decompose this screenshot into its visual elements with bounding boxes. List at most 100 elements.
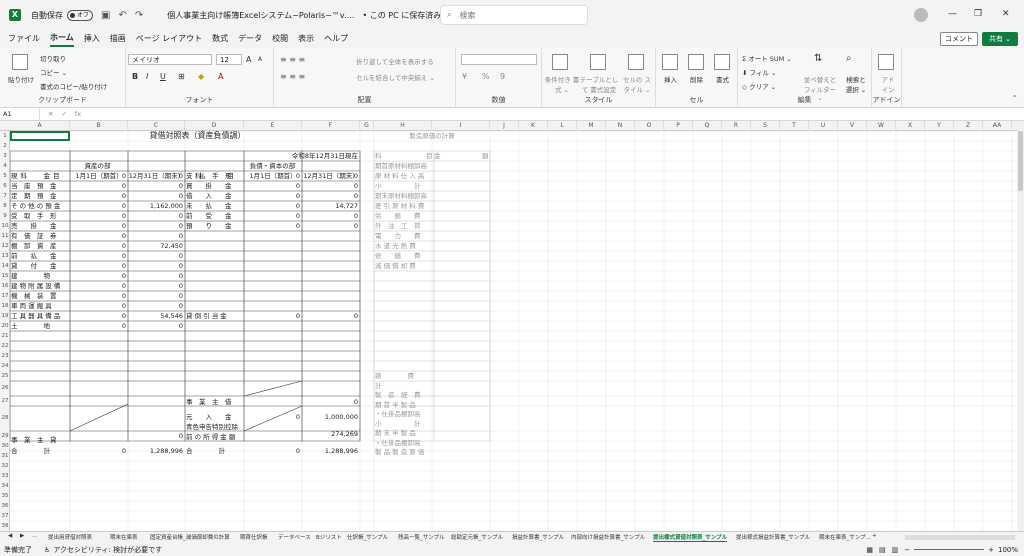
sheet-tab[interactable]: 提出用貸借対照表 — [48, 533, 92, 541]
autosum-button[interactable]: Σ オート SUM ⌄ — [742, 53, 792, 63]
column-header[interactable]: Z — [954, 121, 983, 131]
comment-button[interactable]: コメント — [940, 32, 978, 46]
copy-button[interactable]: コピー ⌄ — [40, 67, 67, 77]
row-header[interactable]: 1 — [0, 131, 10, 141]
function-button[interactable]: fx — [75, 110, 81, 118]
row-header[interactable]: 21 — [0, 331, 10, 341]
cell-styles-button[interactable]: セルの スタイル ⌄ — [620, 74, 654, 94]
row-header[interactable]: 6 — [0, 181, 10, 191]
next-sheet-icon[interactable]: ▶ — [20, 533, 24, 539]
fill-color-icon[interactable]: ◆ — [198, 72, 204, 81]
row-header[interactable]: 15 — [0, 271, 10, 281]
column-header[interactable]: D — [185, 121, 244, 131]
menu-tab[interactable]: 表示 — [298, 33, 314, 46]
font-size-select[interactable]: 12 — [216, 54, 242, 65]
row-header[interactable]: 36 — [0, 501, 10, 511]
accessibility-status[interactable]: アクセシビリティ: 検討が必要です — [53, 545, 162, 555]
row-header[interactable]: 4 — [0, 161, 10, 171]
undo-icon[interactable]: ↶ — [118, 10, 126, 21]
column-header[interactable]: S — [751, 121, 780, 131]
row-header[interactable]: 12 — [0, 241, 10, 251]
row-header[interactable]: 8 — [0, 201, 10, 211]
sheet-tab[interactable]: 内部向け損益計算書_サンプル — [571, 533, 645, 541]
row-header[interactable]: 22 — [0, 341, 10, 351]
percent-button[interactable]: % — [482, 72, 490, 81]
row-header[interactable]: 30 — [0, 441, 10, 451]
row-header[interactable]: 31 — [0, 451, 10, 461]
paste-button[interactable]: 貼り付け — [8, 74, 34, 84]
row-header[interactable]: 2 — [0, 141, 10, 151]
row-header[interactable]: 10 — [0, 221, 10, 231]
bold-button[interactable]: B — [132, 72, 138, 81]
row-header[interactable]: 3 — [0, 151, 10, 161]
column-header[interactable]: F — [302, 121, 360, 131]
cancel-icon[interactable]: ✕ — [48, 110, 53, 118]
page-break-icon[interactable]: ▥ — [892, 546, 899, 554]
column-header[interactable]: R — [722, 121, 751, 131]
row-header[interactable]: 29 — [0, 431, 10, 441]
menu-tab[interactable]: ホーム — [50, 32, 74, 47]
format-painter-button[interactable]: 書式のコピー/貼り付け — [40, 81, 107, 91]
column-header[interactable]: Q — [693, 121, 722, 131]
align-left-icon[interactable]: ≡ ≡ ≡ — [280, 72, 305, 81]
restore-icon[interactable]: ❐ — [974, 9, 982, 19]
italic-button[interactable]: I — [146, 72, 148, 81]
sheet-tab[interactable]: 期末在庫表 — [110, 533, 138, 541]
close-icon[interactable]: ✕ — [1002, 9, 1010, 19]
enter-icon[interactable]: ✓ — [61, 110, 66, 118]
menu-tab[interactable]: ページ レイアウト — [136, 33, 202, 46]
column-header[interactable]: T — [780, 121, 809, 131]
column-header[interactable]: K — [519, 121, 548, 131]
column-header[interactable]: W — [867, 121, 896, 131]
column-header[interactable]: G — [360, 121, 374, 131]
column-header[interactable]: Y — [925, 121, 954, 131]
clear-button[interactable]: ◇ クリア ⌄ — [742, 81, 776, 91]
addins-button[interactable]: アド イン — [878, 74, 898, 94]
zoom-level[interactable]: 100% — [998, 546, 1018, 554]
sheet-tab[interactable]: 残高一覧_サンプル — [398, 533, 445, 541]
document-title[interactable]: 個人事業主向け帳簿Excelシステム−Polaris−™v.… — [167, 10, 354, 21]
currency-icon[interactable]: ¥ — [462, 72, 467, 81]
number-format-select[interactable] — [461, 54, 537, 65]
account-avatar[interactable] — [914, 8, 928, 22]
column-header[interactable]: J — [490, 121, 519, 131]
wrap-text-button[interactable]: 折り返して全体を表示する — [356, 56, 434, 66]
row-header[interactable]: 28 — [0, 406, 10, 431]
shrink-font-button[interactable]: A — [258, 56, 262, 63]
sheet-tab[interactable]: 期首仕訳帳 — [240, 533, 268, 541]
row-header[interactable]: 25 — [0, 371, 10, 381]
column-header[interactable]: N — [606, 121, 635, 131]
sheet-tab[interactable]: 総勘定元帳_サンプル — [451, 533, 503, 541]
sheet-tab[interactable]: Bジリスト — [316, 533, 342, 541]
column-header[interactable]: C — [128, 121, 185, 131]
search-box[interactable]: ⌕ 検索 — [440, 5, 588, 25]
normal-view-icon[interactable]: ▦ — [866, 546, 873, 554]
delete-button[interactable]: 削除 — [690, 74, 703, 84]
menu-tab[interactable]: 数式 — [212, 33, 228, 46]
column-header[interactable]: X — [896, 121, 925, 131]
column-header[interactable]: I — [432, 121, 490, 131]
sheet-content[interactable]: 貸借対照表（資産負債調） 令和8年12月31日現在 資産の部 負債・資本の部 科… — [10, 131, 1017, 531]
align-top-icon[interactable]: ≡ ≡ ≡ — [280, 55, 305, 64]
page-layout-icon[interactable]: ▤ — [879, 546, 886, 554]
row-header[interactable]: 17 — [0, 291, 10, 301]
prev-sheet-icon[interactable]: ◀ — [8, 533, 12, 539]
menu-tab[interactable]: データ — [238, 33, 262, 46]
save-state[interactable]: • この PC に保存済み ⌄ — [363, 10, 451, 21]
merge-center-button[interactable]: セルを結合して中央揃え ⌄ — [356, 72, 435, 82]
font-color-icon[interactable]: A — [218, 72, 223, 81]
row-header[interactable]: 20 — [0, 321, 10, 331]
active-cell[interactable] — [10, 131, 70, 141]
name-box[interactable]: A1 — [0, 107, 40, 121]
zoom-out-icon[interactable]: − — [904, 546, 910, 554]
row-header[interactable]: 32 — [0, 461, 10, 471]
zoom-slider[interactable] — [914, 549, 985, 550]
column-header[interactable]: P — [664, 121, 693, 131]
column-header[interactable]: AA — [983, 121, 1012, 131]
row-header[interactable]: 27 — [0, 396, 10, 406]
add-sheet-icon[interactable]: + — [872, 533, 877, 539]
column-header[interactable]: H — [374, 121, 432, 131]
row-header[interactable]: 37 — [0, 511, 10, 521]
row-header[interactable]: 38 — [0, 521, 10, 531]
worksheet-grid[interactable]: A B C D E F G H I J K L M N O P Q R S T U V W X Y Z AA 1 2 3 4 5 6 7 8 9 10… — [0, 121, 1017, 531]
